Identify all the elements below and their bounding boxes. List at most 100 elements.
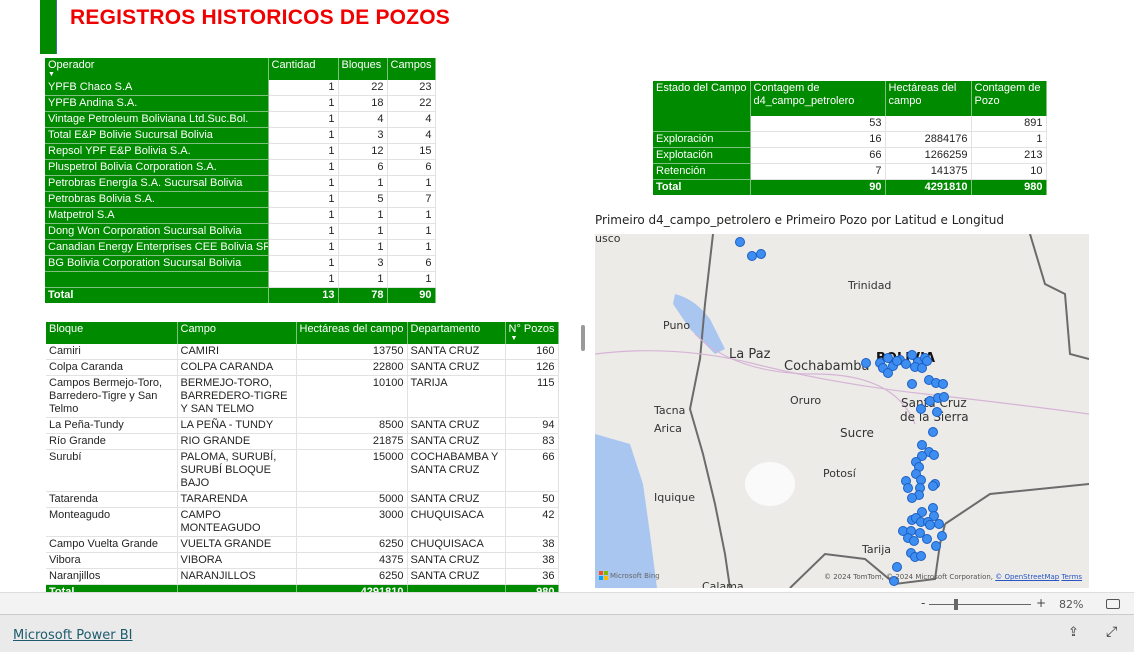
table-row[interactable]: Petrobras Bolivia S.A. 1 5 7: [45, 191, 436, 208]
map-point[interactable]: [922, 534, 932, 544]
map-point[interactable]: [883, 353, 893, 363]
campo-cell: RIO GRANDE: [177, 433, 297, 450]
table-row[interactable]: Campos Bermejo-Toro, Barredero-Tigre y S…: [46, 375, 559, 418]
map-point[interactable]: [928, 481, 938, 491]
operador-cell: YPFB Andina S.A.: [45, 95, 269, 112]
header-pozos[interactable]: N° Pozos ▼: [505, 322, 559, 344]
value-cell: 1: [268, 127, 339, 144]
header-contagem-pozo[interactable]: Contagem de Pozo: [971, 81, 1047, 116]
header-campo[interactable]: Campo: [177, 322, 297, 344]
power-bi-link[interactable]: Microsoft Power BI: [13, 628, 132, 643]
terms-link[interactable]: Terms: [1061, 573, 1082, 581]
map-point[interactable]: [922, 356, 932, 366]
map-point[interactable]: [938, 379, 948, 389]
estado-cell: Exploración: [653, 131, 751, 148]
map-point[interactable]: [756, 249, 766, 259]
map-point[interactable]: [892, 356, 902, 366]
header-bloque[interactable]: Bloque: [46, 322, 178, 344]
campo-cell: NARANJILLOS: [177, 568, 297, 585]
map-point[interactable]: [916, 404, 926, 414]
table-row[interactable]: Matpetrol S.A 1 1 1: [45, 207, 436, 224]
table-row[interactable]: BG Bolivia Corporation Sucursal Bolivia 1…: [45, 255, 436, 272]
sort-desc-icon: ▼: [510, 335, 518, 342]
zoom-slider-handle[interactable]: [954, 599, 958, 610]
map-point[interactable]: [903, 483, 913, 493]
map-point[interactable]: [892, 562, 902, 572]
value-cell: 4: [387, 111, 436, 128]
share-icon[interactable]: ⇪: [1068, 625, 1079, 640]
fullscreen-icon[interactable]: ⤢: [1106, 624, 1117, 640]
campo-cell: VUELTA GRANDE: [177, 536, 297, 553]
header-bloques[interactable]: Bloques: [338, 58, 388, 80]
table-row[interactable]: Surubí PALOMA, SURUBÍ, SURUBÍ BLOQUE BAJO…: [46, 449, 559, 492]
value-cell: 1: [268, 191, 339, 208]
zoom-out-button[interactable]: -: [921, 596, 925, 610]
header-contagem-campo[interactable]: Contagem de d4_campo_petrolero: [750, 81, 886, 116]
map-point[interactable]: [932, 407, 942, 417]
header-operador[interactable]: Operador ▼: [45, 58, 269, 80]
table-row[interactable]: 111: [45, 271, 436, 288]
map-point[interactable]: [939, 392, 949, 402]
zoom-slider[interactable]: [929, 604, 1031, 605]
map-point[interactable]: [928, 427, 938, 437]
city-label: Tacna: [654, 404, 686, 417]
map-point[interactable]: [909, 536, 919, 546]
operador-cell: BG Bolivia Corporation Sucursal Bolivia: [45, 255, 269, 272]
table-row[interactable]: Camiri CAMIRI 13750 SANTA CRUZ 160: [46, 344, 559, 360]
table-row[interactable]: Explotación 66 1266259 213: [653, 147, 1047, 164]
table-row[interactable]: Colpa Caranda COLPA CARANDA 22800 SANTA CRU…: [46, 359, 559, 376]
table-row[interactable]: Pluspetrol Bolivia Corporation S.A. 1 6 6: [45, 159, 436, 176]
table-row[interactable]: Petrobras Energía S.A. Sucursal Bolivia 1…: [45, 175, 436, 192]
table-row[interactable]: YPFB Andina S.A. 1 18 22: [45, 95, 436, 112]
header-estado[interactable]: Estado del Campo: [653, 81, 751, 116]
pozos-cell: 50: [505, 491, 559, 508]
map-point[interactable]: [937, 531, 947, 541]
table-row[interactable]: Monteagudo CAMPO MONTEAGUDO 3000 CHUQUISACA…: [46, 507, 559, 537]
header-departamento[interactable]: Departamento: [407, 322, 506, 344]
table-row[interactable]: YPFB Chaco S.A 1 22 23: [45, 80, 436, 96]
table-row[interactable]: Campo Vuelta Grande VUELTA GRANDE 6250 CHUQ…: [46, 536, 559, 553]
table-row[interactable]: Retención 7 141375 10: [653, 163, 1047, 180]
value-cell: 23: [387, 80, 436, 96]
total-cell: 90: [750, 179, 886, 195]
value-cell: 22: [338, 80, 388, 96]
value-cell: 1: [268, 175, 339, 192]
table-row[interactable]: Repsol YPF E&P Bolivia S.A. 1 12 15: [45, 143, 436, 160]
map-point[interactable]: [861, 358, 871, 368]
bloque-cell: La Peña-Tundy: [46, 417, 178, 434]
table-row[interactable]: Vibora VIBORA 4375 SANTA CRUZ 38: [46, 552, 559, 569]
value-cell: 1: [268, 239, 339, 256]
header-cantidad[interactable]: Cantidad: [268, 58, 339, 80]
city-label: Potosí: [823, 467, 856, 480]
table-row[interactable]: Naranjillos NARANJILLOS 6250 SANTA CRUZ 36: [46, 568, 559, 585]
fit-to-page-icon[interactable]: [1106, 599, 1120, 609]
map-point[interactable]: [907, 493, 917, 503]
map-point[interactable]: [907, 379, 917, 389]
table-row[interactable]: Total E&P Bolivie Sucursal Bolivia 1 3 4: [45, 127, 436, 144]
bloque-cell: Tatarenda: [46, 491, 178, 508]
pozos-cell: 42: [505, 507, 559, 537]
table-row[interactable]: 53 891: [653, 116, 1047, 132]
table-row[interactable]: Exploración 16 2884176 1: [653, 131, 1047, 148]
zoom-in-button[interactable]: +: [1036, 596, 1046, 610]
table-row[interactable]: Tatarenda TARARENDA 5000 SANTA CRUZ 50: [46, 491, 559, 508]
value-cell: 1: [268, 95, 339, 112]
title-accent-bar: [40, 0, 57, 54]
map-point[interactable]: [735, 237, 745, 247]
header-campos[interactable]: Campos: [387, 58, 436, 80]
table-row[interactable]: Canadian Energy Enterprises CEE Bolivia …: [45, 239, 436, 256]
scrollbar-thumb[interactable]: [581, 325, 585, 351]
table-row[interactable]: Dong Won Corporation Sucursal Bolivia 1 1 1: [45, 223, 436, 240]
map-point[interactable]: [931, 541, 941, 551]
map-visual[interactable]: usco Trinidad Puno La Paz Cochabamba BOL…: [595, 234, 1089, 588]
map-point[interactable]: [934, 519, 944, 529]
header-hectareas[interactable]: Hectáreas del campo: [885, 81, 972, 116]
osm-link[interactable]: © OpenStreetMap: [995, 573, 1059, 581]
map-point[interactable]: [929, 450, 939, 460]
table-row[interactable]: Río Grande RIO GRANDE 21875 SANTA CRUZ 83: [46, 433, 559, 450]
pozos-cell: 115: [505, 375, 559, 418]
map-point[interactable]: [916, 551, 926, 561]
table-row[interactable]: Vintage Petroleum Boliviana Ltd.Suc.Bol.…: [45, 111, 436, 128]
table-row[interactable]: La Peña-Tundy LA PEÑA - TUNDY 8500 SANTA CR…: [46, 417, 559, 434]
header-hectareas[interactable]: Hectáreas del campo: [296, 322, 408, 344]
